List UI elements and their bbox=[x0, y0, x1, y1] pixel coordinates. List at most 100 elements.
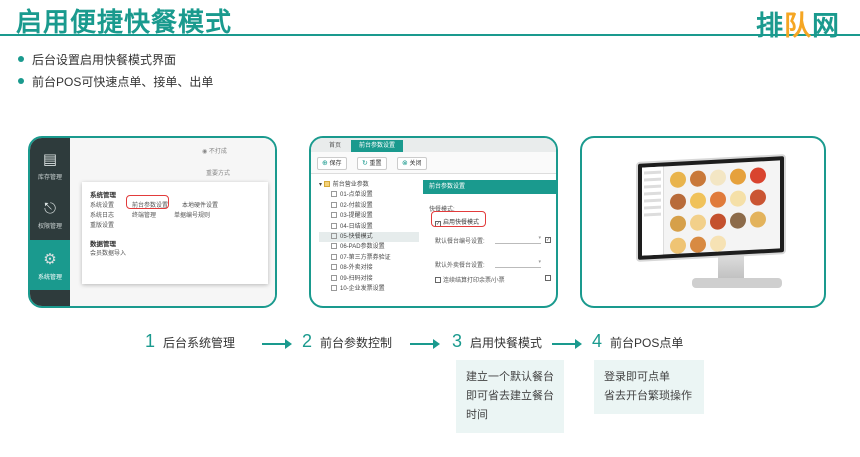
arrow-right-icon bbox=[262, 339, 292, 349]
tree-item[interactable]: 07-第三方票券验证 bbox=[319, 253, 419, 263]
menu-link[interactable]: 系统日志 bbox=[90, 210, 114, 219]
sidebar: ▤ 库存管理 ⎋ 权限管理 ⚙ 系统管理 bbox=[30, 138, 70, 306]
note-line: 登录即可点单 bbox=[604, 371, 670, 383]
bullet-dot-icon bbox=[18, 56, 24, 62]
field-label: 默认外卖餐台设置: bbox=[435, 263, 485, 269]
checkbox-checked-icon: ✓ bbox=[545, 237, 551, 243]
checkbox-label: 连续结算打印余票/小票 bbox=[443, 278, 505, 284]
logo-char: 队 bbox=[784, 11, 812, 42]
file-icon bbox=[331, 253, 337, 260]
tree-label: 05-快餐模式 bbox=[340, 233, 373, 240]
food-image bbox=[670, 215, 686, 233]
food-image bbox=[710, 213, 726, 231]
tree-label: 04-日结设置 bbox=[340, 223, 373, 230]
tab-bar: 首页 前台参数设置 bbox=[311, 138, 556, 152]
tree-label: 06-PAD参数设置 bbox=[340, 244, 385, 251]
menu-link[interactable]: 单据编号规则 bbox=[174, 210, 210, 219]
tree-item[interactable]: 02-付款设置 bbox=[319, 201, 419, 211]
inventory-icon: ▤ bbox=[42, 151, 58, 168]
sidebar-item-label: 库存管理 bbox=[37, 175, 62, 181]
tree-label: 07-第三方票券验证 bbox=[340, 254, 391, 261]
save-button[interactable]: ⊕ 保存 bbox=[317, 157, 347, 170]
step-number: 3 bbox=[452, 331, 463, 351]
section-title: 系统管理 bbox=[90, 192, 116, 199]
section-title: 数据管理 bbox=[90, 241, 116, 248]
sidebar-item-system[interactable]: ⚙ 系统管理 bbox=[30, 240, 70, 290]
step-number: 4 bbox=[592, 331, 603, 351]
tree-item[interactable]: 09-扫码对接 bbox=[319, 274, 419, 284]
extra-checkbox[interactable] bbox=[545, 275, 553, 282]
pos-order-list bbox=[642, 166, 664, 256]
continuous-print-checkbox[interactable]: 连续结算打印余票/小票 bbox=[435, 275, 505, 284]
step-label: 前台POS点单 bbox=[610, 336, 684, 350]
food-image bbox=[710, 235, 726, 253]
close-button[interactable]: ⊗ 关闭 bbox=[397, 157, 427, 170]
slide: 启用便捷快餐模式 排队网 后台设置启用快餐模式界面 前台POS可快速点单、接单、… bbox=[0, 0, 860, 457]
bullet-text: 后台设置启用快餐模式界面 bbox=[32, 52, 177, 67]
sidebar-item-permission[interactable]: ⎋ 权限管理 bbox=[30, 190, 70, 238]
default-table-select[interactable]: ▾ bbox=[495, 235, 541, 244]
tab-frontend-params[interactable]: 前台参数设置 bbox=[351, 140, 404, 152]
tree-item[interactable]: 06-PAD参数设置 bbox=[319, 242, 419, 252]
tree-item[interactable]: 03-提醒设置 bbox=[319, 211, 419, 221]
menu-link[interactable]: 会员数据导入 bbox=[90, 248, 126, 257]
lock-icon: ⎋ bbox=[44, 200, 56, 217]
menu-link[interactable]: 重版设置 bbox=[90, 220, 114, 229]
food-image bbox=[690, 214, 706, 232]
tree-item-fastfood[interactable]: 05-快餐模式 bbox=[319, 231, 419, 243]
order-line bbox=[644, 198, 661, 203]
tree-item[interactable]: 10-企业发票设置 bbox=[319, 284, 419, 294]
bullet-item: 前台POS可快速点单、接单、出单 bbox=[18, 70, 213, 92]
order-line bbox=[644, 191, 661, 196]
reset-button[interactable]: ↻ 重置 bbox=[357, 157, 387, 170]
order-line bbox=[644, 184, 661, 189]
highlight-box bbox=[431, 211, 486, 227]
note-line: 建立一个默认餐台 bbox=[466, 371, 554, 383]
menu-link[interactable]: 系统设置 bbox=[90, 200, 114, 209]
step-label: 启用快餐模式 bbox=[470, 336, 543, 350]
step-label: 前台参数控制 bbox=[320, 336, 393, 350]
extra-checkbox[interactable]: ✓ bbox=[545, 236, 553, 243]
food-image bbox=[690, 192, 706, 210]
file-icon bbox=[331, 264, 337, 271]
menu-link[interactable]: 本地硬件设置 bbox=[182, 200, 218, 209]
bullet-dot-icon bbox=[18, 78, 24, 84]
food-image bbox=[730, 168, 746, 186]
tree-item[interactable]: 08-外卖对接 bbox=[319, 263, 419, 273]
pos-device bbox=[622, 154, 786, 298]
arrow-right-icon bbox=[552, 339, 582, 349]
file-icon bbox=[331, 243, 337, 250]
food-image bbox=[670, 171, 686, 189]
save-icon: ⊕ bbox=[322, 160, 328, 167]
file-icon bbox=[331, 201, 337, 208]
tab-home[interactable]: 首页 bbox=[321, 140, 349, 152]
step-number: 2 bbox=[302, 331, 313, 351]
field-label: 默认餐台编号设置: bbox=[435, 239, 485, 245]
food-image bbox=[710, 191, 726, 209]
sidebar-item-inventory[interactable]: ▤ 库存管理 bbox=[30, 140, 70, 188]
tree-label: 10-企业发票设置 bbox=[340, 285, 385, 292]
tree-item[interactable]: 04-日结设置 bbox=[319, 222, 419, 232]
bullet-text: 前台POS可快速点单、接单、出单 bbox=[32, 74, 214, 89]
button-label: 重置 bbox=[369, 161, 382, 167]
file-icon bbox=[331, 191, 337, 198]
step-4: 4 前台POS点单 bbox=[592, 331, 683, 352]
food-image bbox=[690, 170, 706, 188]
params-form: 前台参数设置 快餐模式: ✓ 启用快餐模式 默认餐台编号设置: ▾ ✓ 默认外卖餐… bbox=[423, 180, 556, 306]
step-3: 3 启用快餐模式 bbox=[452, 331, 542, 352]
refresh-icon: ↻ bbox=[362, 160, 368, 167]
logo-char: 排 bbox=[756, 11, 784, 42]
system-menu-card: 系统管理 系统设置 系统日志 重版设置 前台参数设置 终端管理 本地硬件设置 单… bbox=[82, 182, 268, 284]
tree-root[interactable]: ▾ 前台营业参数 bbox=[319, 180, 419, 190]
tree-label: 02-付款设置 bbox=[340, 202, 373, 209]
bg-text-label: 不打成 bbox=[208, 149, 227, 155]
order-line bbox=[644, 177, 661, 182]
menu-link[interactable]: 终端管理 bbox=[132, 210, 156, 219]
sidebar-item-label: 系统管理 bbox=[37, 275, 62, 281]
takeout-table-select[interactable]: ▾ bbox=[495, 259, 541, 268]
food-image bbox=[730, 212, 746, 230]
food-image bbox=[750, 167, 766, 184]
tree-item[interactable]: 01-点单设置 bbox=[319, 190, 419, 200]
checkbox-icon bbox=[545, 275, 551, 281]
bg-text: 重要方式 bbox=[206, 171, 231, 177]
